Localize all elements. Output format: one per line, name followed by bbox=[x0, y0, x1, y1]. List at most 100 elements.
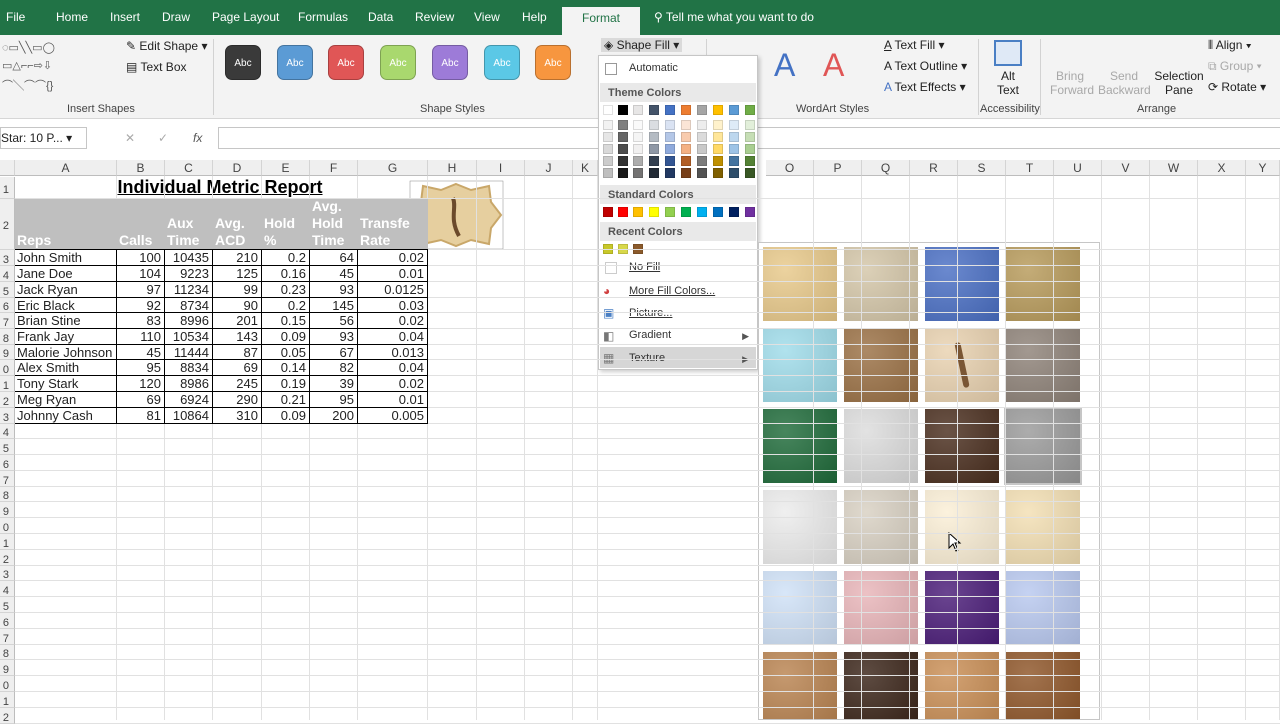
theme-color-swatch[interactable] bbox=[665, 105, 675, 115]
picture-option[interactable]: Picture... bbox=[629, 307, 672, 319]
theme-color-shade-swatch[interactable] bbox=[681, 156, 691, 166]
shape-style-preset[interactable]: Abc bbox=[380, 45, 416, 80]
tab-help[interactable]: Help bbox=[522, 10, 547, 24]
theme-color-shade-swatch[interactable] bbox=[649, 120, 659, 130]
theme-color-shade-swatch[interactable] bbox=[649, 144, 659, 154]
theme-color-shade-swatch[interactable] bbox=[603, 168, 613, 178]
texture-swatch[interactable] bbox=[925, 571, 999, 645]
bring-forward-button[interactable]: Bring Forward bbox=[1050, 69, 1094, 97]
table-cell[interactable]: 64 bbox=[311, 250, 357, 266]
shape-style-preset[interactable]: Abc bbox=[277, 45, 313, 80]
tab-home[interactable]: Home bbox=[56, 10, 88, 24]
texture-swatch[interactable] bbox=[844, 652, 918, 719]
table-cell[interactable]: 97 bbox=[118, 282, 164, 298]
shape-fill-button[interactable]: ◈ Shape Fill ▾ bbox=[601, 38, 683, 52]
column-header[interactable]: X bbox=[1198, 160, 1246, 176]
column-header[interactable]: Y bbox=[1246, 160, 1280, 176]
row-header[interactable]: 1 bbox=[0, 534, 15, 550]
table-cell[interactable]: 0.02 bbox=[359, 376, 427, 392]
texture-swatch[interactable] bbox=[1006, 247, 1080, 321]
theme-color-shade-swatch[interactable] bbox=[729, 132, 739, 142]
table-cell[interactable]: 10534 bbox=[166, 329, 212, 345]
table-cell[interactable]: 11234 bbox=[166, 282, 212, 298]
more-fill-colors-option[interactable]: More Fill Colors... bbox=[629, 285, 715, 297]
table-cell[interactable]: 0.23 bbox=[263, 282, 309, 298]
theme-color-swatch[interactable] bbox=[649, 105, 659, 115]
theme-color-shade-swatch[interactable] bbox=[729, 156, 739, 166]
table-cell[interactable]: 0.14 bbox=[263, 360, 309, 376]
table-cell[interactable]: 145 bbox=[311, 298, 357, 313]
theme-color-shade-swatch[interactable] bbox=[745, 144, 755, 154]
texture-swatch[interactable] bbox=[844, 571, 918, 645]
table-cell[interactable]: 0.04 bbox=[359, 360, 427, 376]
column-header[interactable]: J bbox=[525, 160, 573, 176]
tab-review[interactable]: Review bbox=[415, 10, 454, 24]
theme-color-shade-swatch[interactable] bbox=[649, 132, 659, 142]
theme-color-shade-swatch[interactable] bbox=[713, 156, 723, 166]
theme-color-swatch[interactable] bbox=[633, 105, 643, 115]
row-header[interactable]: 2 bbox=[0, 199, 15, 250]
text-outline-button[interactable]: A Text Outline ▾ bbox=[884, 59, 967, 73]
table-cell[interactable]: 92 bbox=[118, 298, 164, 313]
column-header[interactable]: H bbox=[428, 160, 477, 176]
theme-color-shade-swatch[interactable] bbox=[665, 168, 675, 178]
tab-view[interactable]: View bbox=[474, 10, 500, 24]
table-cell[interactable]: 8986 bbox=[166, 376, 212, 392]
row-header[interactable]: 5 bbox=[0, 282, 15, 298]
tab-page-layout[interactable]: Page Layout bbox=[212, 10, 279, 24]
theme-color-shade-swatch[interactable] bbox=[633, 168, 643, 178]
column-header[interactable]: E bbox=[262, 160, 310, 176]
column-header[interactable]: S bbox=[958, 160, 1006, 176]
theme-color-shade-swatch[interactable] bbox=[649, 168, 659, 178]
send-backward-button[interactable]: Send Backward bbox=[1098, 69, 1151, 97]
tab-draw[interactable]: Draw bbox=[162, 10, 190, 24]
row-header[interactable]: 9 bbox=[0, 345, 15, 360]
table-cell[interactable]: 0.09 bbox=[263, 408, 309, 424]
row-header[interactable]: 2 bbox=[0, 392, 15, 408]
theme-color-shade-swatch[interactable] bbox=[713, 120, 723, 130]
column-header[interactable]: U bbox=[1054, 160, 1102, 176]
column-header[interactable]: V bbox=[1102, 160, 1150, 176]
table-cell[interactable]: 0.05 bbox=[263, 345, 309, 360]
theme-color-shade-swatch[interactable] bbox=[633, 144, 643, 154]
theme-color-swatch[interactable] bbox=[713, 105, 723, 115]
texture-swatch[interactable] bbox=[763, 409, 837, 483]
theme-color-shade-swatch[interactable] bbox=[618, 168, 628, 178]
table-cell[interactable]: 56 bbox=[311, 313, 357, 329]
texture-swatch[interactable] bbox=[1006, 652, 1080, 719]
tab-insert[interactable]: Insert bbox=[110, 10, 140, 24]
standard-color-swatch[interactable] bbox=[633, 207, 643, 217]
table-cell[interactable]: 45 bbox=[311, 266, 357, 282]
row-header[interactable]: 0 bbox=[0, 518, 15, 534]
standard-color-swatch[interactable] bbox=[745, 207, 755, 217]
column-header[interactable]: I bbox=[477, 160, 525, 176]
group-button[interactable]: ⧉ Group ▾ bbox=[1208, 59, 1262, 74]
table-cell[interactable]: 8734 bbox=[166, 298, 212, 313]
theme-color-shade-swatch[interactable] bbox=[745, 120, 755, 130]
standard-color-swatch[interactable] bbox=[649, 207, 659, 217]
table-cell[interactable]: Brian Stine bbox=[16, 313, 116, 329]
theme-color-swatch[interactable] bbox=[618, 105, 628, 115]
column-header[interactable]: B bbox=[117, 160, 165, 176]
shape-gallery-icon[interactable]: ◌▭╲╲▭◯ bbox=[2, 41, 55, 54]
table-cell[interactable]: Tony Stark bbox=[16, 376, 116, 392]
table-header-cell[interactable]: Avg. Hold Time bbox=[310, 198, 358, 250]
column-header[interactable]: G bbox=[358, 160, 428, 176]
theme-color-shade-swatch[interactable] bbox=[745, 132, 755, 142]
tell-me-search[interactable]: ⚲ Tell me what you want to do bbox=[654, 10, 814, 24]
texture-swatch[interactable] bbox=[1004, 407, 1082, 485]
standard-color-swatch[interactable] bbox=[603, 207, 613, 217]
theme-color-shade-swatch[interactable] bbox=[665, 120, 675, 130]
texture-swatch[interactable] bbox=[763, 571, 837, 645]
table-cell[interactable]: 0.2 bbox=[263, 298, 309, 313]
table-cell[interactable]: 0.21 bbox=[263, 392, 309, 408]
column-header[interactable]: P bbox=[814, 160, 862, 176]
texture-swatch[interactable] bbox=[925, 409, 999, 483]
table-cell[interactable]: 87 bbox=[214, 345, 261, 360]
row-header[interactable]: 8 bbox=[0, 645, 15, 660]
table-cell[interactable]: 104 bbox=[118, 266, 164, 282]
texture-swatch[interactable] bbox=[844, 409, 918, 483]
table-cell[interactable]: 0.005 bbox=[359, 408, 427, 424]
row-header[interactable]: 5 bbox=[0, 439, 15, 455]
row-header[interactable]: 3 bbox=[0, 566, 15, 581]
